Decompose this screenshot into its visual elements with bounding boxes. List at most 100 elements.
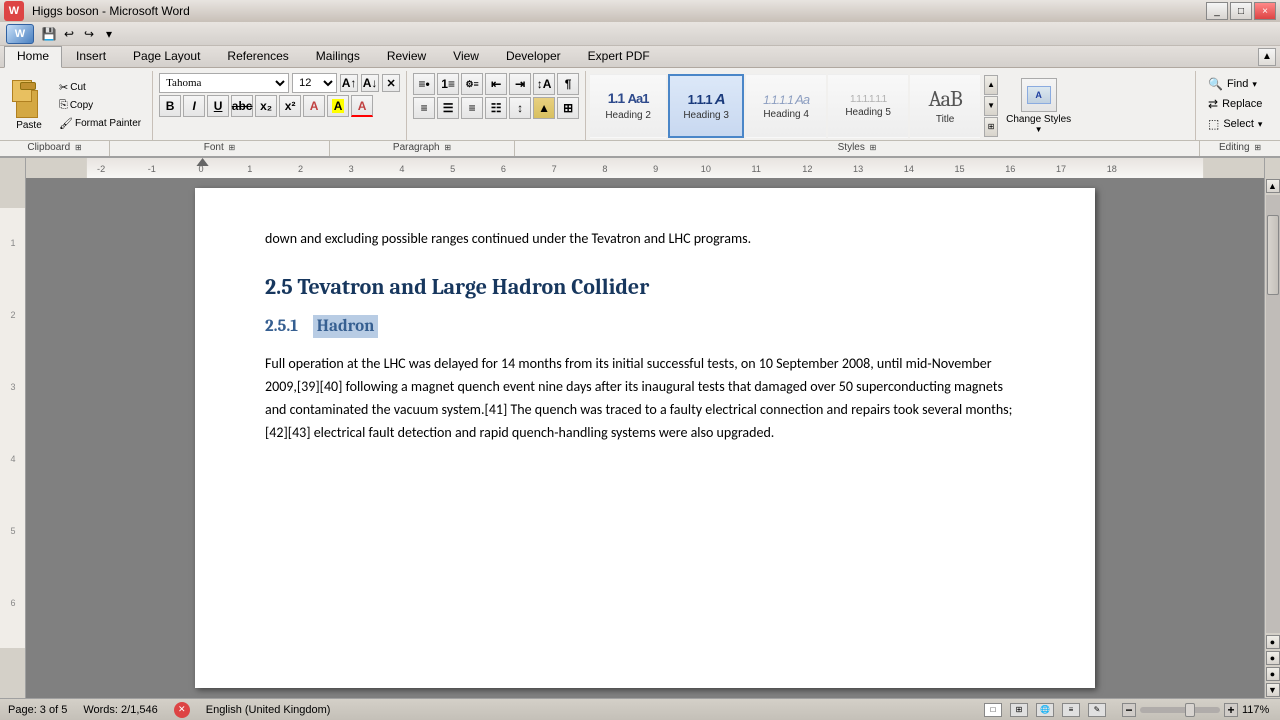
text-effects-btn[interactable]: A	[303, 95, 325, 117]
font-color-btn[interactable]: A	[351, 95, 373, 117]
redo-btn[interactable]: ↪	[80, 25, 98, 43]
show-hide-btn[interactable]: ¶	[557, 73, 579, 95]
italic-btn[interactable]: I	[183, 95, 205, 117]
font-size-select[interactable]: 12	[292, 73, 337, 93]
tab-references[interactable]: References	[214, 46, 301, 67]
svg-text:5: 5	[10, 526, 15, 536]
svg-text:10: 10	[701, 164, 711, 174]
tab-home[interactable]: Home	[4, 46, 62, 68]
scroll-track[interactable]	[1266, 195, 1280, 633]
tab-developer[interactable]: Developer	[493, 46, 574, 67]
replace-btn[interactable]: ⇄Replace	[1204, 95, 1268, 113]
font-name-select[interactable]: Tahoma	[159, 73, 289, 93]
ruler-right-btn[interactable]	[1264, 158, 1280, 178]
tab-mailings[interactable]: Mailings	[303, 46, 373, 67]
doc-view-web[interactable]: 🌐	[1036, 703, 1054, 717]
bold-btn[interactable]: B	[159, 95, 181, 117]
align-right-btn[interactable]: ≡	[461, 97, 483, 119]
borders-btn[interactable]: ⊞	[557, 97, 579, 119]
document-page[interactable]: down and excluding possible ranges conti…	[195, 188, 1095, 688]
style-heading5[interactable]: 1.1.1.1.1.1 Heading 5	[828, 74, 908, 138]
tab-page-layout[interactable]: Page Layout	[120, 46, 213, 67]
zoom-in-btn[interactable]: +	[1224, 703, 1238, 717]
change-styles-btn[interactable]: A Change Styles ▼	[1000, 74, 1077, 138]
align-left-btn[interactable]: ≡	[413, 97, 435, 119]
clear-format-btn[interactable]: ✕	[382, 74, 400, 92]
font-group-label[interactable]: Font ⊞	[110, 141, 330, 156]
scroll-up-arrow[interactable]: ▲	[1266, 179, 1280, 193]
line-spacing-btn[interactable]: ↕	[509, 97, 531, 119]
styles-expand-btn[interactable]: ⊞	[984, 117, 998, 137]
shading-btn[interactable]: ▲	[533, 97, 555, 119]
style-heading2[interactable]: 1.1 Aa1 Heading 2	[590, 74, 666, 138]
sort-btn[interactable]: ↕A	[533, 73, 555, 95]
numbering-btn[interactable]: 1≡	[437, 73, 459, 95]
cut-btn[interactable]: ✂ Cut	[56, 80, 144, 95]
editing-group-label[interactable]: Editing ⊞	[1200, 141, 1280, 156]
multilevel-btn[interactable]: ⚙≡	[461, 73, 483, 95]
zoom-level[interactable]: 117%	[1242, 704, 1272, 716]
justify-btn[interactable]: ☷	[485, 97, 507, 119]
maximize-btn[interactable]: □	[1230, 2, 1252, 20]
styles-group: 1.1 Aa1 Heading 2 1.1.1 A Heading 3 1.1.…	[586, 71, 1196, 140]
styles-scroll-down[interactable]: ▼	[984, 96, 998, 116]
doc-view-print[interactable]: □	[984, 703, 1002, 717]
find-btn[interactable]: 🔍Find▾	[1204, 75, 1268, 93]
language[interactable]: English (United Kingdom)	[206, 704, 331, 716]
ruler-corner	[0, 158, 26, 178]
superscript-btn[interactable]: x²	[279, 95, 301, 117]
minimize-btn[interactable]: _	[1206, 2, 1228, 20]
strikethrough-btn[interactable]: abc	[231, 95, 253, 117]
svg-text:3: 3	[10, 382, 15, 392]
scroll-down-arrow[interactable]: ▼	[1266, 683, 1280, 697]
tab-insert[interactable]: Insert	[63, 46, 119, 67]
svg-text:-2: -2	[97, 164, 105, 174]
zoom-slider[interactable]	[1140, 707, 1220, 713]
office-btn[interactable]: W	[6, 24, 34, 44]
decrease-indent-btn[interactable]: ⇤	[485, 73, 507, 95]
styles-scroll-up[interactable]: ▲	[984, 75, 998, 95]
close-btn[interactable]: ×	[1254, 2, 1276, 20]
heading5-label: Heading 5	[845, 107, 891, 118]
grow-font-btn[interactable]: A↑	[340, 74, 358, 92]
scroll-select-btn[interactable]: ●	[1266, 651, 1280, 665]
underline-btn[interactable]: U	[207, 95, 229, 117]
undo-btn[interactable]: ↩	[60, 25, 78, 43]
bullets-btn[interactable]: ≡•	[413, 73, 435, 95]
paragraph-group-label[interactable]: Paragraph ⊞	[330, 141, 515, 156]
scroll-next-page-btn[interactable]: ●	[1266, 667, 1280, 681]
svg-text:4: 4	[10, 454, 15, 464]
align-center-btn[interactable]: ☰	[437, 97, 459, 119]
qa-extra-btn[interactable]: ▾	[100, 25, 118, 43]
doc-view-draft[interactable]: ✎	[1088, 703, 1106, 717]
style-title[interactable]: AaB Title	[910, 74, 980, 138]
shrink-font-btn[interactable]: A↓	[361, 74, 379, 92]
title-label: Title	[936, 114, 955, 125]
scroll-thumb[interactable]	[1267, 215, 1279, 295]
clipboard-group-label[interactable]: Clipboard ⊞	[0, 141, 110, 156]
format-painter-btn[interactable]: 🖌 Format Painter	[56, 116, 144, 131]
copy-btn[interactable]: ⎘ Copy	[56, 98, 144, 113]
ribbon-collapse-btn[interactable]: ▲	[1258, 48, 1276, 66]
style-heading3[interactable]: 1.1.1 A Heading 3	[668, 74, 744, 138]
subscript-btn[interactable]: x₂	[255, 95, 277, 117]
zoom-out-btn[interactable]: −	[1122, 703, 1136, 717]
svg-text:16: 16	[1005, 164, 1015, 174]
tab-view[interactable]: View	[440, 46, 492, 67]
editing-group: 🔍Find▾ ⇄Replace ⬚Select▾	[1196, 71, 1276, 140]
doc-view-outline[interactable]: ≡	[1062, 703, 1080, 717]
styles-group-label[interactable]: Styles ⊞	[515, 141, 1200, 156]
increase-indent-btn[interactable]: ⇥	[509, 73, 531, 95]
tab-expert-pdf[interactable]: Expert PDF	[575, 46, 663, 67]
style-heading4[interactable]: 1.1.1.1 Aa Heading 4	[746, 74, 826, 138]
select-btn[interactable]: ⬚Select▾	[1204, 115, 1268, 133]
scroll-prev-page-btn[interactable]: ●	[1266, 635, 1280, 649]
tab-review[interactable]: Review	[374, 46, 439, 67]
save-qa-btn[interactable]: 💾	[40, 25, 58, 43]
horizontal-ruler[interactable]: -2 -1 0 1 2 3 4 5 6 7 8 9 10 11 12 13 14…	[26, 158, 1264, 178]
highlight-color-btn[interactable]: A	[327, 95, 349, 117]
spelling-check-icon[interactable]: ✕	[174, 702, 190, 718]
doc-view-full[interactable]: ⊞	[1010, 703, 1028, 717]
svg-text:1: 1	[247, 164, 252, 174]
paste-button[interactable]: Paste	[6, 71, 52, 140]
